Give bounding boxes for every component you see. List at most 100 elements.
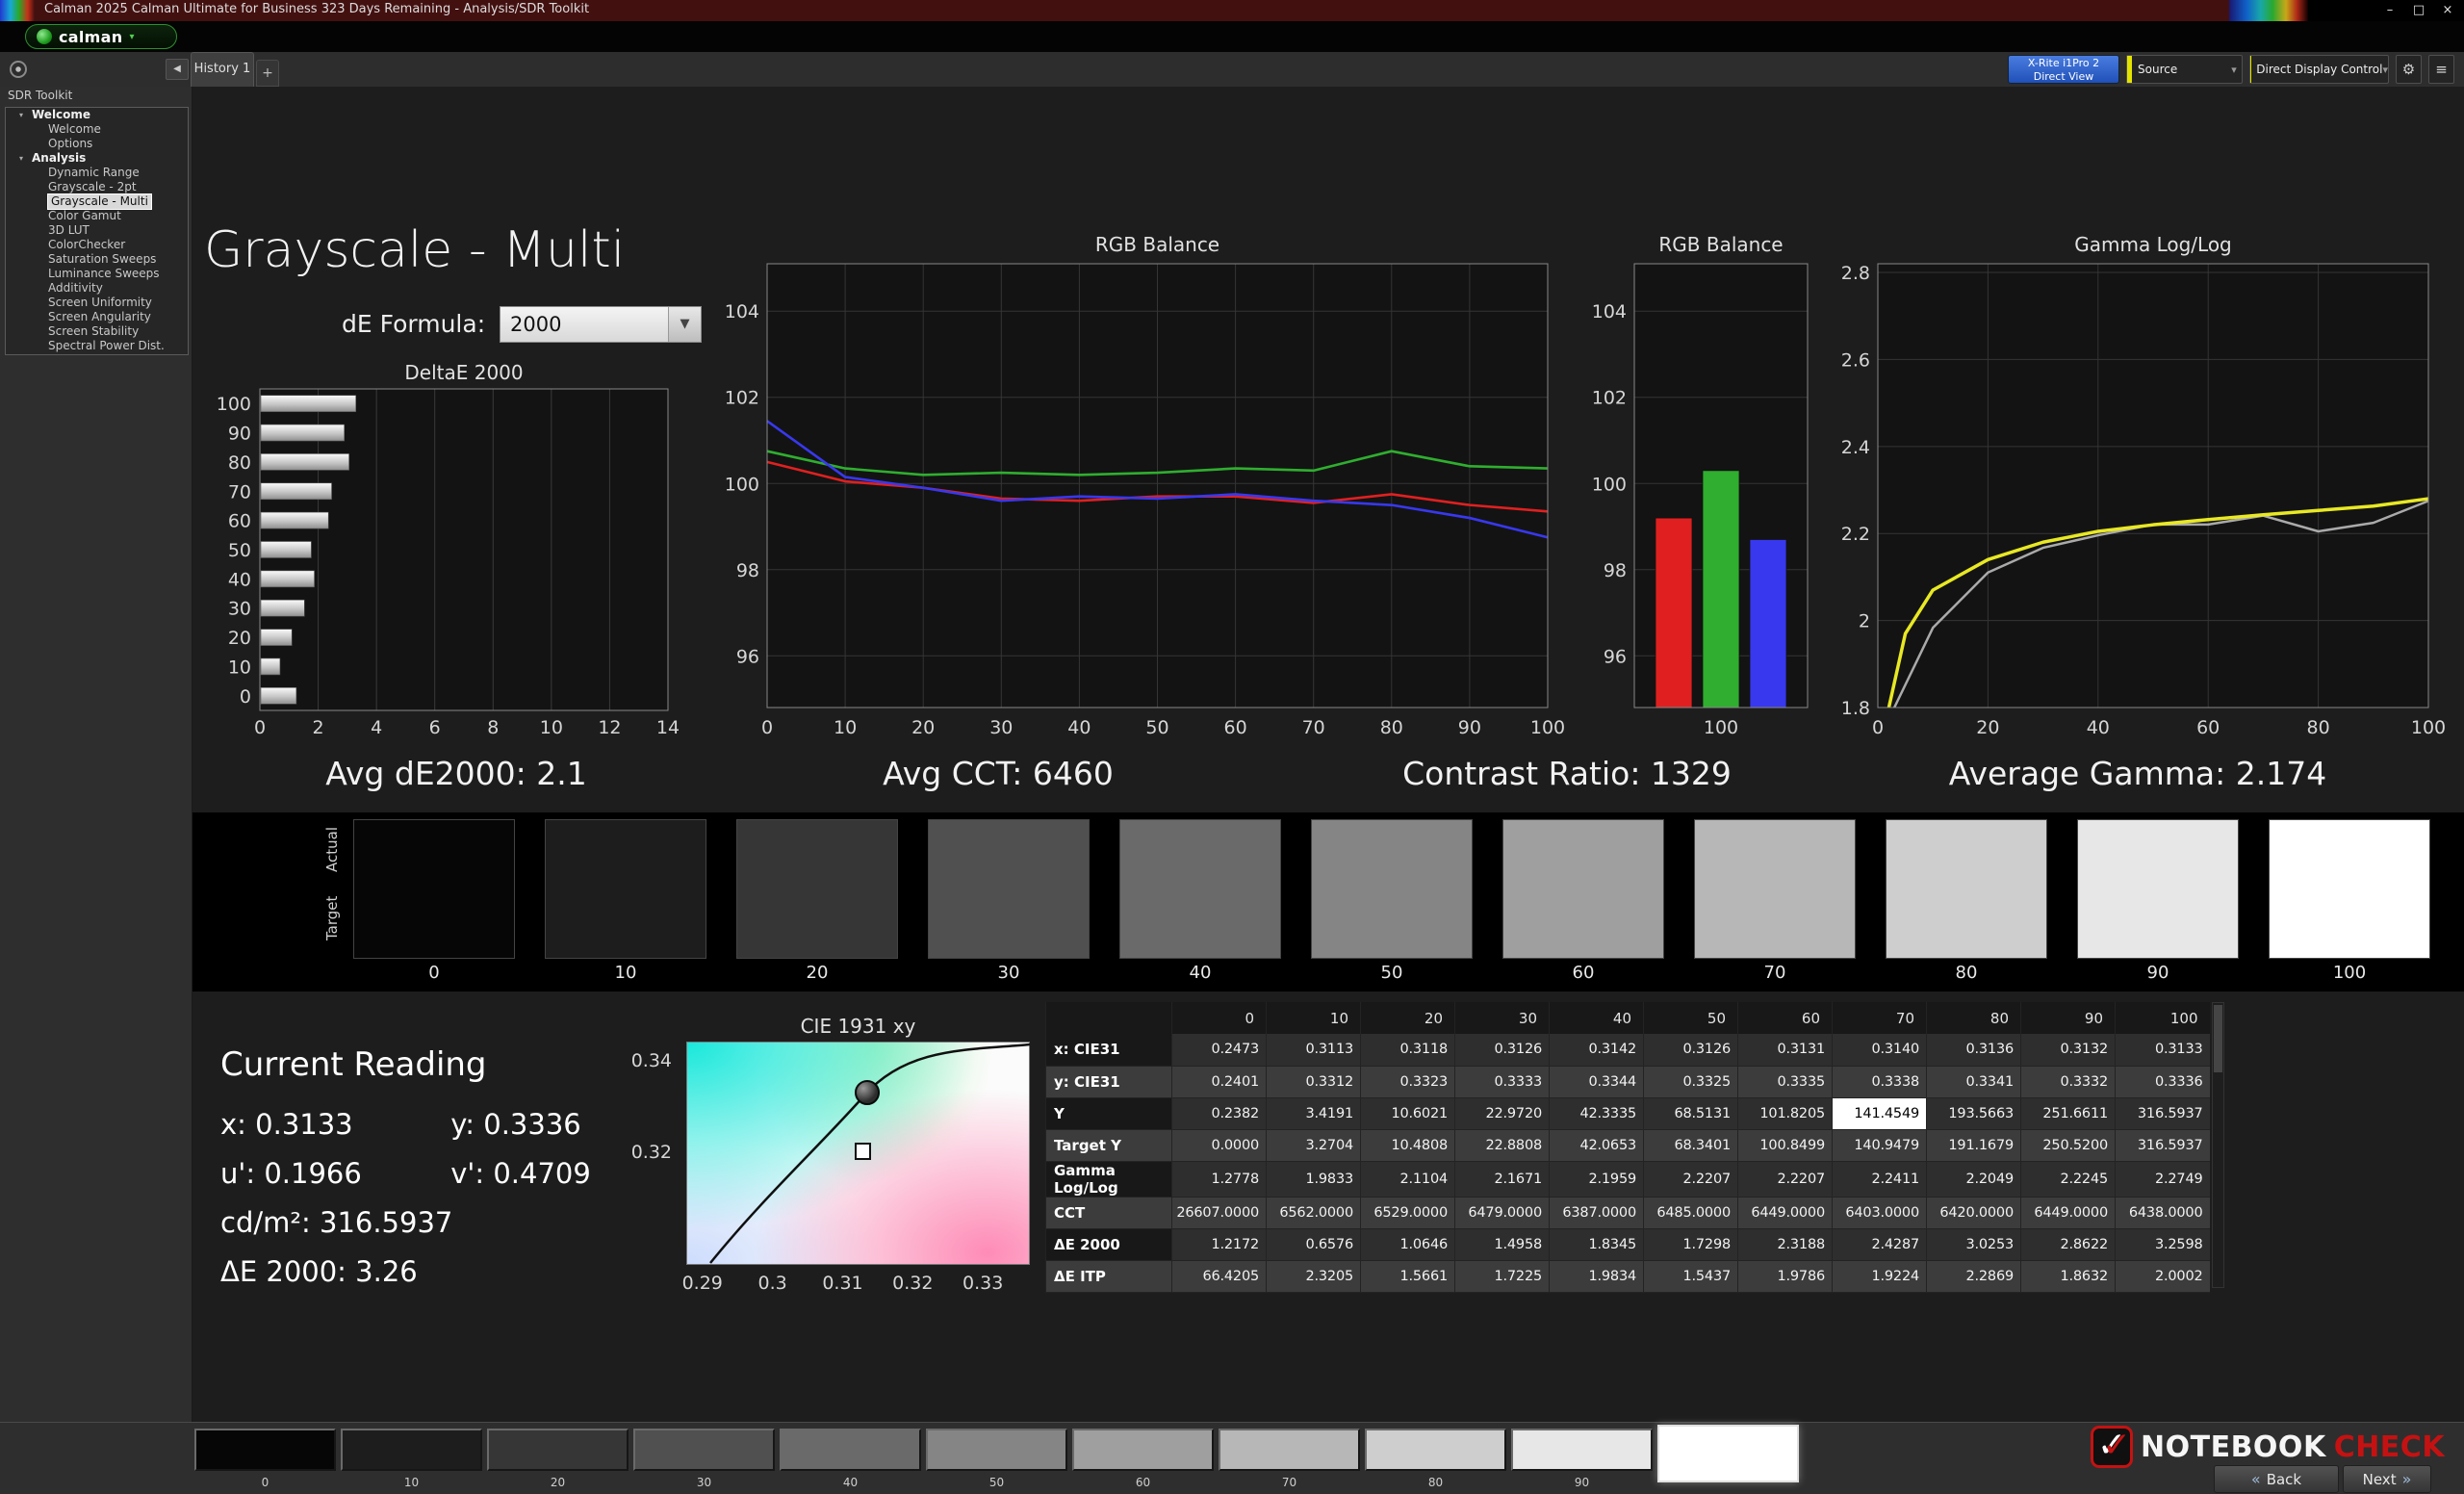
sidebar-item-screen-angularity[interactable]: Screen Angularity [6, 310, 188, 324]
level-button-40[interactable] [780, 1429, 921, 1471]
table-cell[interactable]: 2.0002 [2115, 1260, 2210, 1293]
table-cell[interactable]: 1.2172 [1171, 1228, 1267, 1261]
table-cell[interactable]: 0.3312 [1266, 1066, 1361, 1098]
table-cell[interactable]: 191.1679 [1926, 1129, 2021, 1162]
table-cell[interactable]: 1.2778 [1171, 1161, 1267, 1198]
table-cell[interactable]: 2.2245 [2020, 1161, 2116, 1198]
back-button[interactable]: « Back [2214, 1465, 2339, 1493]
maximize-button[interactable]: □ [2404, 0, 2433, 21]
table-cell[interactable]: 6420.0000 [1926, 1197, 2021, 1229]
table-cell[interactable]: 1.5661 [1360, 1260, 1455, 1293]
table-cell[interactable]: 6449.0000 [2020, 1197, 2116, 1229]
table-cell[interactable]: 316.5937 [2115, 1129, 2210, 1162]
table-cell[interactable]: 100.8499 [1737, 1129, 1833, 1162]
table-cell[interactable]: 26607.0000 [1171, 1197, 1267, 1229]
table-cell[interactable]: 2.3205 [1266, 1260, 1361, 1293]
table-cell[interactable]: 2.3188 [1737, 1228, 1833, 1261]
level-button-30[interactable] [633, 1429, 775, 1471]
de-formula-dropdown[interactable]: 2000 ▼ [500, 306, 702, 343]
table-cell[interactable]: 0.2382 [1171, 1097, 1267, 1130]
table-cell[interactable]: 2.1104 [1360, 1161, 1455, 1198]
table-cell[interactable]: 0.3332 [2020, 1066, 2116, 1098]
window-titlebar[interactable]: Calman 2025 Calman Ultimate for Business… [0, 0, 2464, 21]
table-cell[interactable]: 1.5437 [1643, 1260, 1738, 1293]
table-cell[interactable]: 6479.0000 [1454, 1197, 1550, 1229]
table-cell[interactable]: 0.3344 [1549, 1066, 1644, 1098]
table-cell[interactable]: 0.3118 [1360, 1034, 1455, 1067]
source-dropdown[interactable]: Source ▾ [2126, 55, 2243, 84]
table-cell[interactable]: 6387.0000 [1549, 1197, 1644, 1229]
expander-icon[interactable]: ▾ [19, 108, 32, 122]
display-control-dropdown[interactable]: Direct Display Control ▾ [2249, 55, 2389, 84]
table-cell[interactable]: 1.0646 [1360, 1228, 1455, 1261]
table-cell[interactable]: 0.3113 [1266, 1034, 1361, 1067]
table-cell[interactable]: 3.2598 [2115, 1228, 2210, 1261]
table-cell[interactable]: 2.2869 [1926, 1260, 2021, 1293]
level-button-90[interactable] [1511, 1429, 1653, 1471]
table-cell[interactable]: 0.2401 [1171, 1066, 1267, 1098]
table-cell[interactable]: 1.7298 [1643, 1228, 1738, 1261]
table-cell[interactable]: 0.3335 [1737, 1066, 1833, 1098]
table-cell[interactable]: 6438.0000 [2115, 1197, 2210, 1229]
table-cell[interactable]: 0.6576 [1266, 1228, 1361, 1261]
table-cell[interactable]: 1.8345 [1549, 1228, 1644, 1261]
table-cell[interactable]: 1.7225 [1454, 1260, 1550, 1293]
table-cell[interactable]: 0.3341 [1926, 1066, 2021, 1098]
table-cell[interactable]: 0.0000 [1171, 1129, 1267, 1162]
sidebar-item-colorchecker[interactable]: ColorChecker [6, 238, 188, 252]
menu-icon[interactable]: ≡ [2428, 55, 2454, 84]
table-cell[interactable]: 0.3136 [1926, 1034, 2021, 1067]
table-cell[interactable]: 0.3140 [1832, 1034, 1927, 1067]
table-cell[interactable]: 6529.0000 [1360, 1197, 1455, 1229]
table-cell[interactable]: 0.3323 [1360, 1066, 1455, 1098]
table-cell[interactable]: 2.2207 [1737, 1161, 1833, 1198]
table-cell[interactable]: 2.2749 [2115, 1161, 2210, 1198]
scrollbar-thumb[interactable] [2214, 1005, 2222, 1072]
table-cell[interactable]: 22.8808 [1454, 1129, 1550, 1162]
level-button-60[interactable] [1072, 1429, 1214, 1471]
table-cell[interactable]: 1.9224 [1832, 1260, 1927, 1293]
sidebar-item-additivity[interactable]: Additivity [6, 281, 188, 296]
sidebar-item-luminance-sweeps[interactable]: Luminance Sweeps [6, 267, 188, 281]
next-button[interactable]: Next » [2343, 1465, 2431, 1493]
table-cell[interactable]: 1.8632 [2020, 1260, 2116, 1293]
level-button-20[interactable] [487, 1429, 629, 1471]
table-cell[interactable]: 140.9479 [1832, 1129, 1927, 1162]
table-cell[interactable]: 3.0253 [1926, 1228, 2021, 1261]
table-cell[interactable]: 1.9786 [1737, 1260, 1833, 1293]
table-cell[interactable]: 68.5131 [1643, 1097, 1738, 1130]
table-cell[interactable]: 0.3338 [1832, 1066, 1927, 1098]
table-cell[interactable]: 0.2473 [1171, 1034, 1267, 1067]
table-cell[interactable]: 68.3401 [1643, 1129, 1738, 1162]
sidebar-item-color-gamut[interactable]: Color Gamut [6, 209, 188, 223]
table-cell[interactable]: 0.3325 [1643, 1066, 1738, 1098]
table-cell[interactable]: 0.3133 [2115, 1034, 2210, 1067]
add-tab-button[interactable]: + [256, 60, 279, 87]
table-cell[interactable]: 2.1671 [1454, 1161, 1550, 1198]
table-cell[interactable]: 141.4549 [1832, 1097, 1927, 1130]
level-button-0[interactable] [194, 1429, 336, 1471]
table-cell[interactable]: 6449.0000 [1737, 1197, 1833, 1229]
tab-history-1[interactable]: History 1 [191, 52, 254, 87]
table-cell[interactable]: 6562.0000 [1266, 1197, 1361, 1229]
level-button-50[interactable] [926, 1429, 1067, 1471]
sidebar-item-options[interactable]: Options [6, 137, 188, 151]
level-button-10[interactable] [341, 1429, 482, 1471]
table-cell[interactable]: 0.3336 [2115, 1066, 2210, 1098]
table-scrollbar[interactable] [2212, 1002, 2224, 1288]
table-cell[interactable]: 316.5937 [2115, 1097, 2210, 1130]
gear-icon[interactable]: ⚙ [2396, 55, 2422, 84]
sidebar-item-welcome[interactable]: Welcome [6, 122, 188, 137]
table-cell[interactable]: 0.3142 [1549, 1034, 1644, 1067]
table-cell[interactable]: 2.2411 [1832, 1161, 1927, 1198]
sidebar-item-dynamic-range[interactable]: Dynamic Range [6, 166, 188, 180]
expander-icon[interactable]: ▾ [19, 151, 32, 166]
table-cell[interactable]: 6403.0000 [1832, 1197, 1927, 1229]
sidebar-item-spectral-power-dist-[interactable]: Spectral Power Dist. [6, 339, 188, 353]
table-cell[interactable]: 3.4191 [1266, 1097, 1361, 1130]
table-cell[interactable]: 2.2049 [1926, 1161, 2021, 1198]
table-cell[interactable]: 2.1959 [1549, 1161, 1644, 1198]
level-button-70[interactable] [1219, 1429, 1360, 1471]
sidebar-item-screen-stability[interactable]: Screen Stability [6, 324, 188, 339]
calman-menu-button[interactable]: calman ▾ [25, 24, 177, 49]
